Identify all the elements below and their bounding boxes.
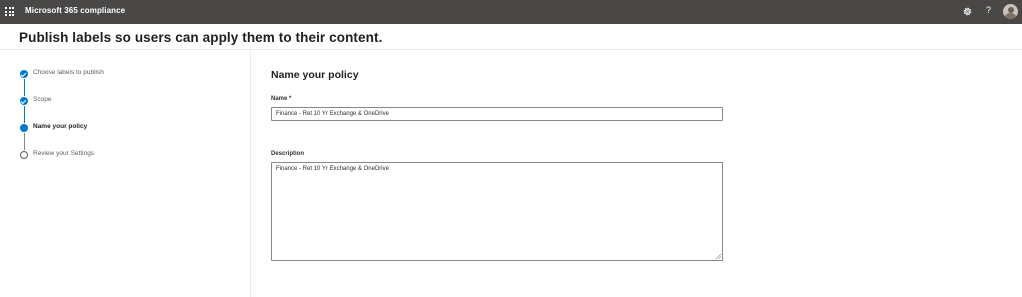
step-connector xyxy=(23,133,25,150)
wizard-step-label: Scope xyxy=(33,96,52,103)
avatar[interactable] xyxy=(1003,4,1018,19)
gear-icon[interactable] xyxy=(962,6,973,17)
step-completed-icon xyxy=(20,70,28,78)
help-icon[interactable]: ? xyxy=(986,5,991,15)
top-app-bar: Microsoft 365 compliance ? xyxy=(0,0,1022,24)
wizard-steps xyxy=(0,50,250,297)
app-title[interactable]: Microsoft 365 compliance xyxy=(25,6,125,15)
description-textarea[interactable]: Finance - Ret 10 Yr Exchange & OneDrive xyxy=(271,162,723,261)
wizard-step-label: Name your policy xyxy=(33,123,88,130)
step-current-icon xyxy=(20,124,28,132)
wizard-divider xyxy=(250,50,251,297)
wizard-step-label: Choose labels to publish xyxy=(33,69,104,76)
waffle-icon[interactable] xyxy=(5,7,14,16)
step-connector xyxy=(23,79,25,96)
wizard-step-label: Review your Settings xyxy=(33,150,95,157)
step-connector xyxy=(23,106,25,123)
description-label: Description xyxy=(271,151,305,157)
step-completed-icon xyxy=(20,97,28,105)
step-pending-icon xyxy=(20,151,28,159)
page-title: Publish labels so users can apply them t… xyxy=(19,30,383,45)
resize-grip-icon[interactable] xyxy=(715,253,721,259)
name-label: Name * xyxy=(271,96,292,102)
section-title: Name your policy xyxy=(271,69,359,81)
name-input[interactable]: Finance - Ret 10 Yr Exchange & OneDrive xyxy=(271,107,723,121)
